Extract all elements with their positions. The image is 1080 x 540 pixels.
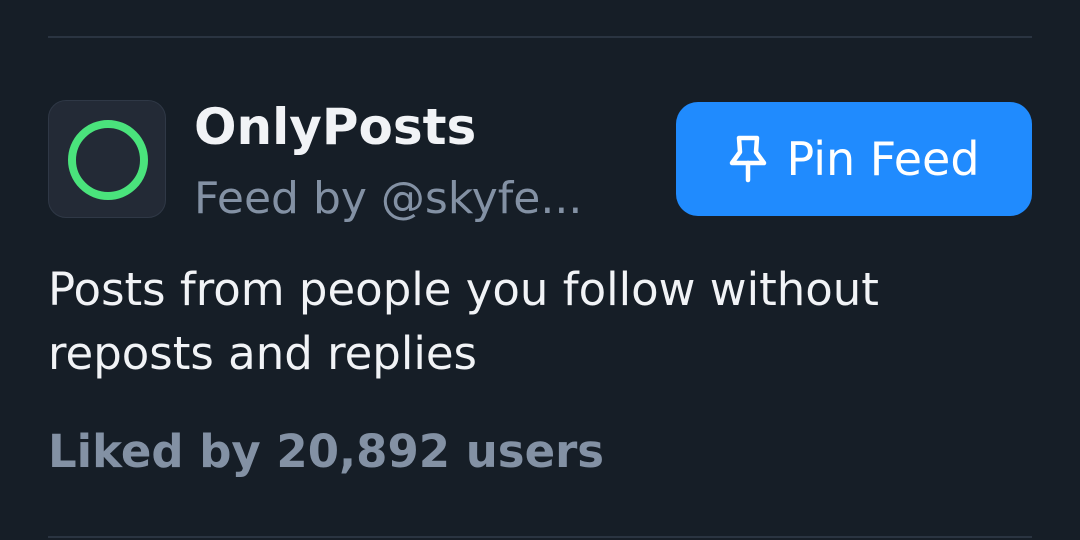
bottom-divider [48,536,1032,538]
pin-feed-button[interactable]: Pin Feed [676,102,1032,216]
feed-title[interactable]: OnlyPosts [194,96,476,158]
pin-icon [728,134,768,184]
top-divider [48,36,1032,38]
feed-card: OnlyPosts Feed by @skyfe... Pin Feed Pos… [0,0,1080,540]
green-ring-icon [68,120,148,200]
feed-likes-count[interactable]: Liked by 20,892 users [48,420,604,484]
feed-creator[interactable]: Feed by @skyfe... [194,168,644,230]
feed-avatar[interactable] [48,100,166,218]
feed-description: Posts from people you follow without rep… [48,263,879,380]
pin-feed-label: Pin Feed [786,132,980,186]
